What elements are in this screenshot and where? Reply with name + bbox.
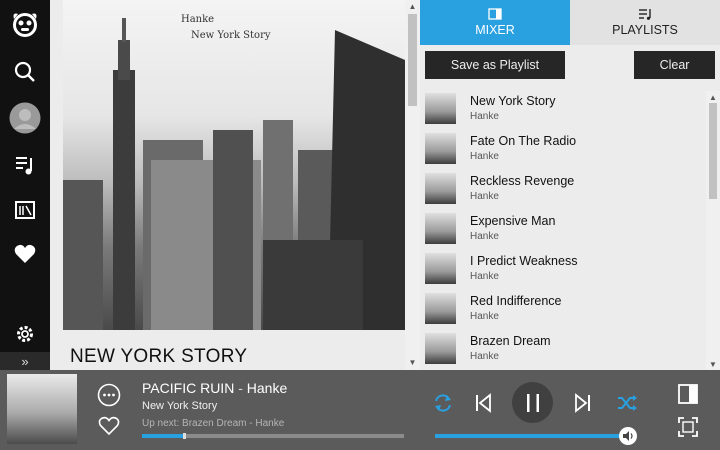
cover-album-text: New York Story: [191, 30, 271, 41]
track-artist: Hanke: [470, 111, 499, 122]
scroll-down-icon[interactable]: ▼: [706, 358, 720, 370]
now-playing-artist[interactable]: Hanke: [247, 380, 287, 396]
tab-mixer[interactable]: MIXER: [420, 0, 570, 45]
track-title: Fate On The Radio: [470, 134, 577, 148]
avatar[interactable]: [0, 98, 50, 138]
track-title: Brazen Dream: [470, 334, 551, 348]
track-artist: Hanke: [470, 311, 499, 322]
cover-artist-text: Hanke: [181, 14, 215, 25]
list-item[interactable]: I Predict Weakness Hanke: [420, 248, 706, 288]
scroll-thumb[interactable]: [408, 14, 417, 106]
track-title: Red Indifference: [470, 294, 562, 308]
repeat-icon[interactable]: [432, 392, 454, 414]
track-list: New York Story Hanke Fate On The Radio H…: [420, 88, 706, 370]
track-artist: Hanke: [470, 271, 499, 282]
save-as-playlist-button[interactable]: Save as Playlist: [425, 51, 565, 79]
track-thumbnail: [425, 333, 456, 364]
left-nav: »: [0, 0, 50, 370]
title-separator: -: [234, 380, 247, 396]
tab-mixer-label: MIXER: [475, 23, 515, 37]
now-playing-album[interactable]: New York Story: [142, 400, 217, 412]
pause-icon: [526, 393, 539, 412]
track-title: Reckless Revenge: [470, 174, 575, 188]
album-scrollbar[interactable]: ▲ ▼: [405, 0, 420, 370]
player-bar: PACIFIC RUIN - Hanke New York Story Up n…: [0, 370, 720, 450]
pause-button[interactable]: [512, 382, 553, 423]
more-options-icon[interactable]: [97, 383, 121, 407]
napster-logo-icon[interactable]: [0, 4, 50, 44]
fullscreen-icon[interactable]: [677, 416, 699, 438]
scroll-up-icon[interactable]: ▲: [405, 0, 420, 12]
list-item[interactable]: Fate On The Radio Hanke: [420, 128, 706, 168]
scroll-thumb[interactable]: [709, 103, 717, 199]
search-icon[interactable]: [0, 52, 50, 92]
track-artist: Hanke: [470, 231, 499, 242]
expand-nav-button[interactable]: »: [0, 352, 50, 370]
radio-icon[interactable]: [0, 190, 50, 230]
scroll-up-icon[interactable]: ▲: [706, 91, 720, 103]
track-thumbnail: [425, 133, 456, 164]
gear-icon[interactable]: [0, 314, 50, 354]
track-thumbnail: [425, 213, 456, 244]
scroll-down-icon[interactable]: ▼: [405, 356, 420, 368]
speaker-icon: [623, 431, 633, 441]
queue-panel: MIXER PLAYLISTS Save as Playlist Clear N…: [420, 0, 720, 370]
track-list-scrollbar[interactable]: ▲ ▼: [706, 91, 720, 370]
track-title: Expensive Man: [470, 214, 556, 228]
list-item[interactable]: Expensive Man Hanke: [420, 208, 706, 248]
up-next-text: Up next: Brazen Dream - Hanke: [142, 418, 285, 429]
progress-knob[interactable]: [182, 433, 186, 439]
list-item[interactable]: New York Story Hanke: [420, 88, 706, 128]
album-cover: Hanke New York Story: [63, 0, 405, 330]
progress-bar[interactable]: [142, 433, 404, 439]
track-artist: Hanke: [470, 351, 499, 362]
track-title: New York Story: [470, 94, 556, 108]
track-thumbnail: [425, 93, 456, 124]
mixer-icon: [488, 8, 502, 20]
track-artist: Hanke: [470, 191, 499, 202]
playlist-icon: [639, 9, 651, 20]
now-playing-artwork[interactable]: [7, 374, 77, 444]
now-playing-track[interactable]: PACIFIC RUIN: [142, 380, 234, 396]
volume-slider[interactable]: [435, 434, 628, 438]
track-thumbnail: [425, 173, 456, 204]
list-item[interactable]: Red Indifference Hanke: [420, 288, 706, 328]
queue-panel-toggle-icon[interactable]: [677, 383, 699, 405]
track-title: I Predict Weakness: [470, 254, 578, 268]
next-track-icon[interactable]: [572, 392, 594, 414]
tab-playlists[interactable]: PLAYLISTS: [570, 0, 720, 45]
list-item[interactable]: Brazen Dream Hanke: [420, 328, 706, 368]
previous-track-icon[interactable]: [472, 392, 494, 414]
volume-knob[interactable]: [619, 427, 637, 445]
volume-fill: [435, 434, 625, 438]
heart-icon[interactable]: [98, 416, 120, 436]
track-thumbnail: [425, 293, 456, 324]
album-panel: Hanke New York Story NEW YORK STORY: [50, 0, 405, 370]
heart-icon[interactable]: [0, 234, 50, 274]
shuffle-icon[interactable]: [616, 392, 638, 414]
progress-fill: [142, 434, 183, 438]
tab-playlists-label: PLAYLISTS: [612, 23, 678, 37]
track-thumbnail: [425, 253, 456, 284]
list-item[interactable]: Reckless Revenge Hanke: [420, 168, 706, 208]
music-library-icon[interactable]: [0, 145, 50, 185]
now-playing-title: PACIFIC RUIN - Hanke: [142, 380, 287, 396]
track-artist: Hanke: [470, 151, 499, 162]
clear-button[interactable]: Clear: [634, 51, 715, 79]
album-title: NEW YORK STORY: [70, 346, 248, 367]
